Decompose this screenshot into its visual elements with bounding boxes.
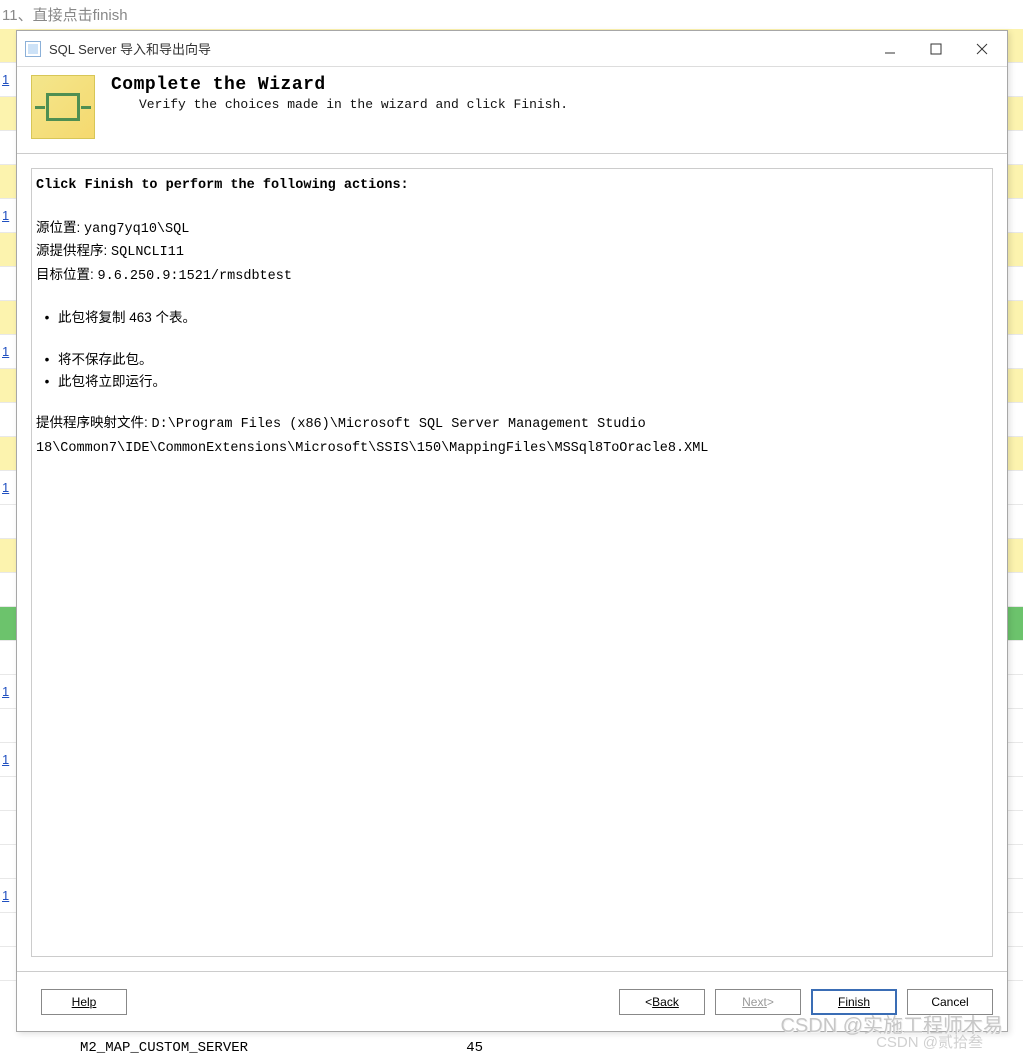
bullet-copy-tables: 此包将复制 463 个表。 — [36, 307, 988, 329]
wizard-dialog: SQL Server 导入和导出向导 Complete the Wizard V… — [16, 30, 1008, 1032]
step-label: 11、直接点击finish — [0, 0, 1023, 29]
bg-bottom-right: 45 — [466, 1040, 483, 1056]
bullet-run-now: 此包将立即运行。 — [36, 371, 988, 393]
dest-location-row: 目标位置: 9.6.250.9:1521/rmsdbtest — [36, 264, 988, 288]
summary-panel: Click Finish to perform the following ac… — [31, 168, 993, 957]
finish-button[interactable]: Finish — [811, 989, 897, 1015]
app-icon — [25, 41, 41, 57]
wizard-icon — [31, 75, 95, 139]
cancel-button[interactable]: Cancel — [907, 989, 993, 1015]
next-button: Next > — [715, 989, 801, 1015]
minimize-button[interactable] — [867, 34, 913, 64]
back-button[interactable]: < Back — [619, 989, 705, 1015]
summary-heading: Click Finish to perform the following ac… — [36, 175, 988, 197]
header-subtitle: Verify the choices made in the wizard an… — [111, 97, 568, 112]
window-title: SQL Server 导入和导出向导 — [49, 39, 867, 58]
header-title: Complete the Wizard — [111, 75, 568, 95]
bg-bottom-left: M2_MAP_CUSTOM_SERVER — [80, 1040, 248, 1056]
source-location-row: 源位置: yang7yq10\SQL — [36, 217, 988, 241]
footer: Help < Back Next > Finish Cancel — [17, 971, 1007, 1031]
source-provider-row: 源提供程序: SQLNCLI11 — [36, 240, 988, 264]
maximize-button[interactable] — [913, 34, 959, 64]
help-button[interactable]: Help — [41, 989, 127, 1015]
mapping-file-row: 提供程序映射文件: D:\Program Files (x86)\Microso… — [36, 412, 988, 459]
close-button[interactable] — [959, 34, 1005, 64]
bullet-no-save: 将不保存此包。 — [36, 349, 988, 371]
titlebar: SQL Server 导入和导出向导 — [17, 31, 1007, 67]
header-panel: Complete the Wizard Verify the choices m… — [17, 67, 1007, 154]
